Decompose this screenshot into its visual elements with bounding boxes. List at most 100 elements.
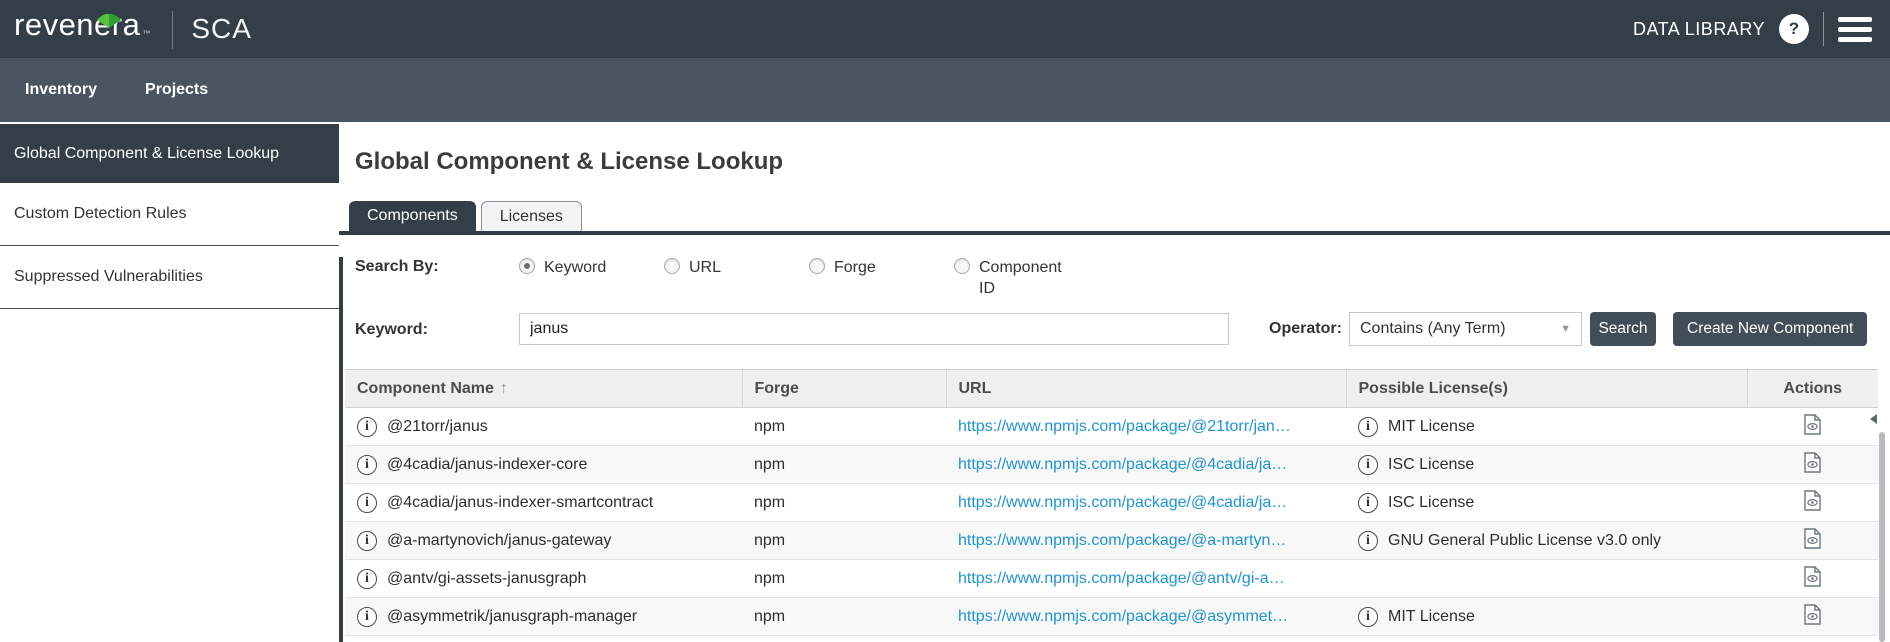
header-divider xyxy=(1823,12,1824,46)
column-header-url[interactable]: URL xyxy=(946,370,1346,408)
radio-forge-label: Forge xyxy=(834,257,876,278)
column-header-forge[interactable]: Forge xyxy=(742,370,946,408)
forge-value: npm xyxy=(742,484,946,522)
primary-nav: Inventory Projects xyxy=(0,58,1890,122)
sidebar-item-global-lookup[interactable]: Global Component & License Lookup xyxy=(0,122,339,183)
column-header-possible-licenses[interactable]: Possible License(s) xyxy=(1346,370,1747,408)
component-info-icon[interactable]: i xyxy=(357,607,377,627)
collapse-arrow-icon[interactable] xyxy=(1870,414,1877,424)
sidebar-item-custom-detection-rules[interactable]: Custom Detection Rules xyxy=(0,183,339,246)
operator-selected-value: Contains (Any Term) xyxy=(1360,320,1506,338)
help-icon[interactable]: ? xyxy=(1779,14,1809,44)
table-row: i @4cadia/janus-indexer-smartcontract npm… xyxy=(345,484,1878,522)
license-info-icon[interactable]: i xyxy=(1358,493,1378,513)
logo-divider xyxy=(172,11,173,49)
nav-item-projects[interactable]: Projects xyxy=(145,81,208,99)
trademark-symbol: ™ xyxy=(142,29,150,38)
radio-keyword-control[interactable] xyxy=(519,258,535,274)
license-info-icon[interactable]: i xyxy=(1358,607,1378,627)
license-info-icon[interactable]: i xyxy=(1358,531,1378,551)
component-info-icon[interactable]: i xyxy=(357,569,377,589)
results-table: Component Name↑ Forge URL Possible Licen… xyxy=(345,369,1878,636)
app-header: revenera ™ SCA DATA LIBRARY ? xyxy=(0,0,1890,58)
license-name: ISC License xyxy=(1388,494,1474,512)
menu-icon[interactable] xyxy=(1838,17,1872,42)
tab-licenses[interactable]: Licenses xyxy=(481,201,582,231)
component-url-link[interactable]: https://www.npmjs.com/package/@asymmet… xyxy=(958,608,1288,625)
operator-label: Operator: xyxy=(1269,320,1349,338)
component-url-link[interactable]: https://www.npmjs.com/package/@4cadia/ja… xyxy=(958,494,1287,511)
component-url-link[interactable]: https://www.npmjs.com/package/@4cadia/ja… xyxy=(958,456,1287,473)
forge-value: npm xyxy=(742,408,946,446)
radio-forge-control[interactable] xyxy=(809,258,825,274)
radio-component-id-label: Component ID xyxy=(979,257,1064,299)
components-panel: Search By: Keyword URL Forge Component I… xyxy=(339,257,1890,642)
view-component-icon[interactable] xyxy=(1804,414,1821,440)
operator-select[interactable]: Contains (Any Term) ▼ xyxy=(1349,312,1582,346)
sort-asc-icon[interactable]: ↑ xyxy=(500,380,508,397)
main-area: Global Component & License Lookup Compon… xyxy=(339,122,1890,642)
radio-url-label: URL xyxy=(689,257,721,278)
table-row: i @asymmetrik/janusgraph-manager npm http… xyxy=(345,598,1878,636)
revenera-leaf-icon xyxy=(95,13,123,28)
radio-keyword[interactable]: Keyword xyxy=(519,257,664,278)
radio-forge[interactable]: Forge xyxy=(809,257,954,278)
tab-components[interactable]: Components xyxy=(349,201,476,231)
table-row: i@4cadia/janus-indexer-core npm https://… xyxy=(345,446,1878,484)
keyword-input[interactable] xyxy=(519,313,1229,345)
brand-logo: revenera ™ SCA xyxy=(14,9,252,49)
component-name: @a-martynovich/janus-gateway xyxy=(387,532,611,550)
radio-url-control[interactable] xyxy=(664,258,680,274)
component-url-link[interactable]: https://www.npmjs.com/package/@a-martyn… xyxy=(958,532,1286,549)
sidebar: Global Component & License Lookup Custom… xyxy=(0,122,339,642)
table-header-row: Component Name↑ Forge URL Possible Licen… xyxy=(345,370,1878,408)
tab-bar: Components Licenses xyxy=(349,201,1890,231)
create-new-component-button[interactable]: Create New Component xyxy=(1673,312,1867,346)
search-by-label: Search By: xyxy=(355,257,519,276)
license-name: GNU General Public License v3.0 only xyxy=(1388,532,1661,550)
keyword-label: Keyword: xyxy=(355,320,519,339)
keyword-row: Keyword: Operator: Contains (Any Term) ▼… xyxy=(355,312,1890,346)
radio-keyword-label: Keyword xyxy=(544,257,606,278)
sidebar-item-suppressed-vulnerabilities[interactable]: Suppressed Vulnerabilities xyxy=(0,246,339,309)
component-name: @asymmetrik/janusgraph-manager xyxy=(387,608,637,626)
radio-component-id[interactable]: Component ID xyxy=(954,257,1064,299)
tab-underline xyxy=(339,231,1890,235)
view-component-icon[interactable] xyxy=(1804,490,1821,516)
product-name: SCA xyxy=(191,13,252,49)
radio-component-id-control[interactable] xyxy=(954,258,970,274)
column-header-component-name[interactable]: Component Name↑ xyxy=(345,370,742,408)
data-library-link[interactable]: DATA LIBRARY xyxy=(1633,19,1765,40)
component-info-icon[interactable]: i xyxy=(357,531,377,551)
forge-value: npm xyxy=(742,598,946,636)
component-info-icon[interactable]: i xyxy=(357,417,377,437)
radio-url[interactable]: URL xyxy=(664,257,809,278)
search-button[interactable]: Search xyxy=(1590,312,1656,346)
component-name: @antv/gi-assets-janusgraph xyxy=(387,570,586,588)
component-info-icon[interactable]: i xyxy=(357,493,377,513)
component-name: @4cadia/janus-indexer-smartcontract xyxy=(387,494,653,512)
license-name: ISC License xyxy=(1388,456,1474,474)
view-component-icon[interactable] xyxy=(1804,452,1821,478)
license-info-icon[interactable]: i xyxy=(1358,417,1378,437)
component-url-link[interactable]: https://www.npmjs.com/package/@21torr/ja… xyxy=(958,418,1291,435)
view-component-icon[interactable] xyxy=(1804,604,1821,630)
view-component-icon[interactable] xyxy=(1804,566,1821,592)
chevron-down-icon: ▼ xyxy=(1560,323,1571,335)
license-name: MIT License xyxy=(1388,608,1475,626)
search-by-row: Search By: Keyword URL Forge Component I… xyxy=(355,257,1890,301)
vertical-scrollbar[interactable] xyxy=(1879,432,1885,642)
nav-item-inventory[interactable]: Inventory xyxy=(25,81,97,99)
forge-value: npm xyxy=(742,446,946,484)
component-url-link[interactable]: https://www.npmjs.com/package/@antv/gi-a… xyxy=(958,570,1285,587)
component-info-icon[interactable]: i xyxy=(357,455,377,475)
view-component-icon[interactable] xyxy=(1804,528,1821,554)
component-name: @21torr/janus xyxy=(387,418,488,436)
license-info-icon[interactable]: i xyxy=(1358,455,1378,475)
forge-value: npm xyxy=(742,522,946,560)
page-title: Global Component & License Lookup xyxy=(355,148,1890,176)
license-name: MIT License xyxy=(1388,418,1475,436)
column-header-actions: Actions xyxy=(1747,370,1878,408)
table-row: i @a-martynovich/janus-gateway npm https:… xyxy=(345,522,1878,560)
forge-value: npm xyxy=(742,560,946,598)
